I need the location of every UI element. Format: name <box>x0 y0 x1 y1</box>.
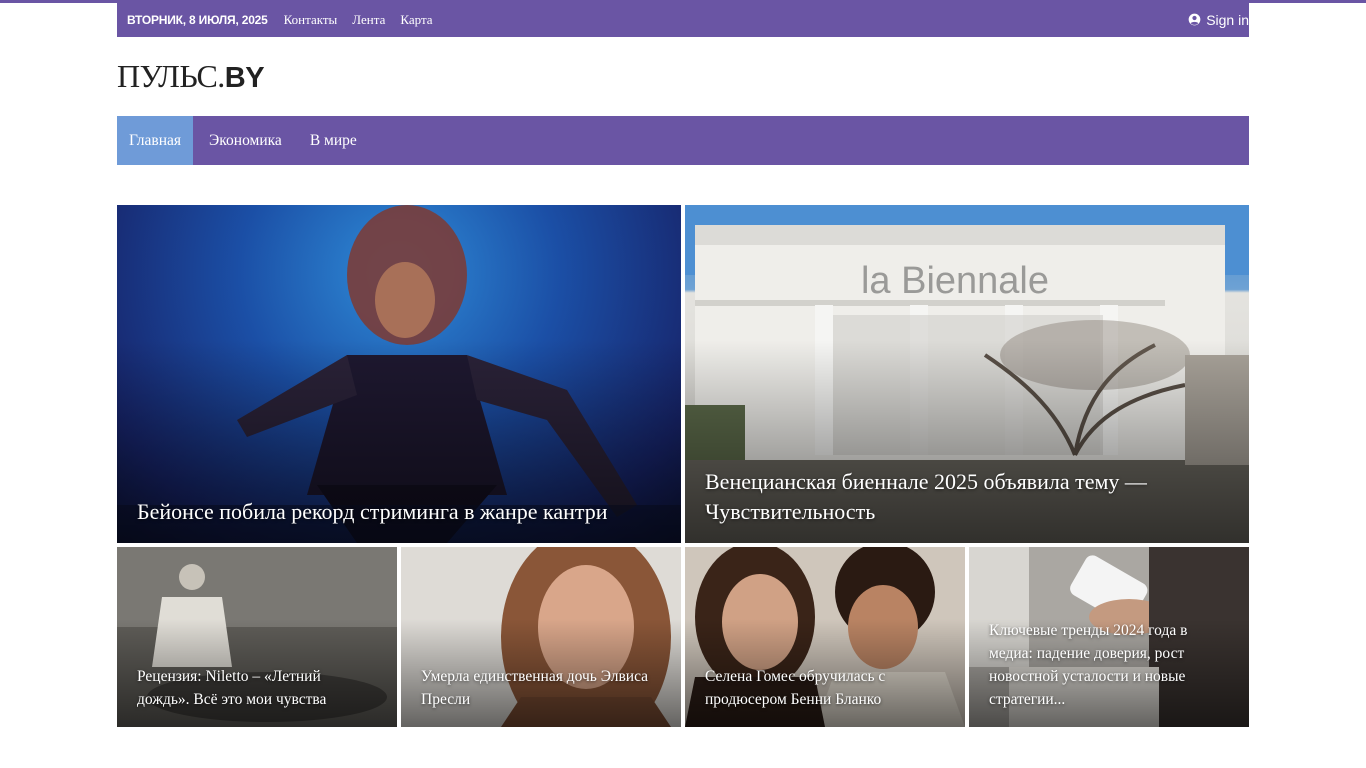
article-tile-1[interactable]: Рецензия: Niletto – «Летний дождь». Всё … <box>117 547 397 727</box>
logo-text-domain: BY <box>224 62 265 94</box>
biennale-sign-text: la Biennale <box>861 260 1049 302</box>
featured-article-1[interactable]: Бейонсе побила рекорд стриминга в жанре … <box>117 205 681 543</box>
article-title[interactable]: Селена Гомес обручилась с продюсером Бен… <box>705 665 945 711</box>
article-tile-2[interactable]: Умерла единственная дочь Элвиса Пресли <box>401 547 681 727</box>
current-date: ВТОРНИК, 8 ИЮЛЯ, 2025 <box>127 12 268 27</box>
top-bar: ВТОРНИК, 8 ИЮЛЯ, 2025 Контакты Лента Кар… <box>117 2 1249 37</box>
nav-item-economy[interactable]: Экономика <box>197 116 294 165</box>
nav-item-home[interactable]: Главная <box>117 116 194 165</box>
featured-article-2[interactable]: la Biennale Венецианская биеннале 2025 о… <box>685 205 1249 543</box>
sign-in-button[interactable]: Sign in <box>1188 2 1249 37</box>
toplink-contacts[interactable]: Контакты <box>284 12 338 28</box>
sign-in-label: Sign in <box>1206 11 1249 28</box>
site-logo[interactable]: ПУЛЬС.BY <box>117 58 265 95</box>
article-tile-4[interactable]: Ключевые тренды 2024 года в медиа: паден… <box>969 547 1249 727</box>
toplink-feed[interactable]: Лента <box>352 12 385 28</box>
article-title[interactable]: Венецианская биеннале 2025 объявила тему… <box>705 467 1229 527</box>
article-title[interactable]: Ключевые тренды 2024 года в медиа: паден… <box>989 619 1229 711</box>
article-tile-3[interactable]: Селена Гомес обручилась с продюсером Бен… <box>685 547 965 727</box>
article-title[interactable]: Рецензия: Niletto – «Летний дождь». Всё … <box>137 665 377 711</box>
logo-text-main: ПУЛЬС. <box>117 58 225 94</box>
article-title[interactable]: Умерла единственная дочь Элвиса Пресли <box>421 665 661 711</box>
user-circle-icon <box>1188 13 1201 26</box>
toplink-map[interactable]: Карта <box>400 12 432 28</box>
nav-item-world[interactable]: В мире <box>298 116 369 165</box>
main-navigation: Главная Экономика В мире <box>117 116 1249 165</box>
article-title[interactable]: Бейонсе побила рекорд стриминга в жанре … <box>137 497 661 527</box>
